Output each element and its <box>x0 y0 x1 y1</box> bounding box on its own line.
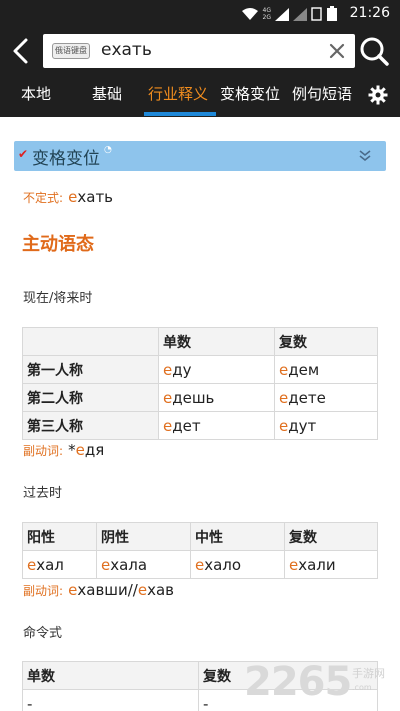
section-header[interactable]: ✔ 变格变位 ◔ <box>14 141 386 171</box>
audio-icon: ◔ <box>104 145 112 155</box>
signal-icon <box>275 7 289 21</box>
present-adverbial: 副动词: *едя <box>23 441 105 459</box>
tab-local[interactable]: 本地 <box>21 83 51 104</box>
table-cell: едет <box>158 411 275 440</box>
active-voice-heading: 主动语态 <box>22 234 94 255</box>
watermark-logo: 2265 手游网 .com <box>244 659 385 705</box>
row-label: 第二人称 <box>22 383 159 412</box>
table-cell: ехал <box>22 550 97 579</box>
infinitive-label: 不定式: <box>23 191 64 205</box>
chevron-double-down-icon[interactable] <box>358 149 372 163</box>
table-header-neut: 中性 <box>190 522 285 551</box>
table-header-row: 阳性 阴性 中性 复数 <box>22 522 378 551</box>
table-cell: едете <box>274 383 378 412</box>
table-header-plural: 复数 <box>284 522 378 551</box>
infinitive-form: хать <box>77 188 114 206</box>
table-header-empty <box>22 327 159 356</box>
sim-icon <box>311 7 322 21</box>
bookmark-icon: ✔ <box>18 147 29 161</box>
search-icon[interactable] <box>358 35 390 67</box>
table-header-plural: 复数 <box>274 327 378 356</box>
imperative-title: 命令式 <box>23 626 63 641</box>
signal-icon-2 <box>293 7 307 21</box>
active-tab-indicator <box>144 112 216 116</box>
tab-examples[interactable]: 例句短语 <box>292 83 352 104</box>
table-cell: еду <box>158 355 275 384</box>
past-adverbial: 副动词: ехавши//ехав <box>23 581 175 599</box>
table-cell: ехало <box>190 550 285 579</box>
stress-mark: е <box>68 188 78 206</box>
table-row: ехал ехала ехало ехали <box>22 550 378 579</box>
table-cell: едут <box>274 411 378 440</box>
table-cell: - <box>22 689 199 711</box>
clear-icon[interactable] <box>327 41 347 61</box>
table-cell: ехали <box>284 550 378 579</box>
search-box[interactable]: 俄语键盘 ехать <box>43 34 355 68</box>
tab-bar: 本地 基础 行业释义 变格变位 例句短语 <box>0 75 400 117</box>
past-table: 阳性 阴性 中性 复数 ехал ехала ехало ехали <box>22 522 378 579</box>
past-tense-title: 过去时 <box>23 486 63 501</box>
infinitive: 不定式: ехать <box>23 187 113 206</box>
wifi-icon <box>241 8 258 20</box>
tab-conjugation[interactable]: 变格变位 <box>220 83 280 104</box>
battery-icon <box>327 6 337 21</box>
content-area[interactable]: ✔ 变格变位 ◔ 不定式: ехать 主动语态 现在/将来时 单数 复数 第一… <box>0 117 400 711</box>
status-icons: 4G 2G <box>241 6 338 22</box>
russian-keyboard-button[interactable]: 俄语键盘 <box>52 43 90 59</box>
table-row: 第二人称 едешь едете <box>22 383 378 412</box>
present-table: 单数 复数 第一人称 еду едем 第二人称 едешь едете 第三人… <box>22 327 378 440</box>
table-row: 第三人称 едет едут <box>22 411 378 440</box>
search-bar: 俄语键盘 ехать <box>0 28 400 75</box>
status-bar: 4G 2G 21:26 <box>0 0 400 28</box>
present-future-title: 现在/将来时 <box>23 291 93 306</box>
table-header-fem: 阴性 <box>96 522 191 551</box>
table-row: 第一人称 еду едем <box>22 355 378 384</box>
section-title: 变格变位 <box>32 149 100 169</box>
row-label: 第三人称 <box>22 411 159 440</box>
table-header-singular: 单数 <box>158 327 275 356</box>
table-header-singular: 单数 <box>22 661 199 690</box>
gear-icon[interactable] <box>368 85 388 105</box>
table-header-masc: 阳性 <box>22 522 97 551</box>
search-input[interactable]: ехать <box>101 40 152 60</box>
table-cell: ехала <box>96 550 191 579</box>
tab-industry[interactable]: 行业释义 <box>148 83 208 104</box>
table-cell: едешь <box>158 383 275 412</box>
row-label: 第一人称 <box>22 355 159 384</box>
back-arrow-icon[interactable] <box>6 34 36 68</box>
network-type: 4G 2G <box>262 7 271 21</box>
clock: 21:26 <box>349 5 390 21</box>
table-cell: едем <box>274 355 378 384</box>
table-header-row: 单数 复数 <box>22 327 378 356</box>
tab-basic[interactable]: 基础 <box>92 83 122 104</box>
